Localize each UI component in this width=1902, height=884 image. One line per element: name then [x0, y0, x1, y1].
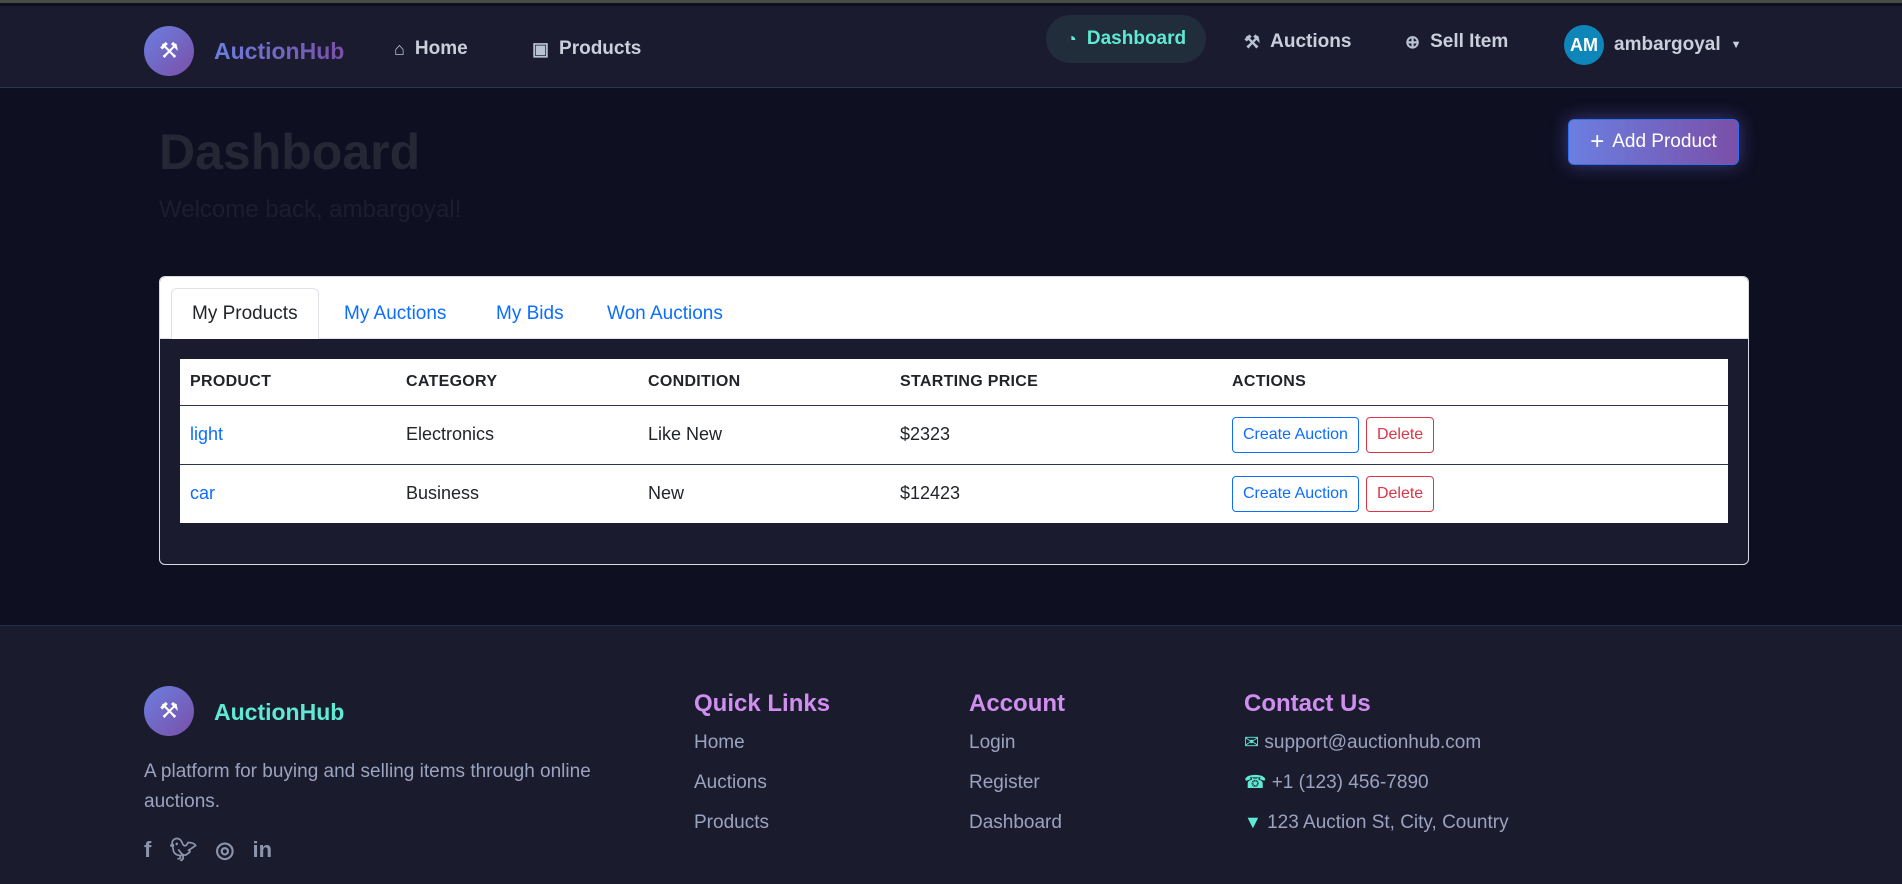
home-icon: ⌂: [394, 38, 405, 59]
contact-heading: Contact Us: [1244, 690, 1371, 717]
tab-bar: My Products My Auctions My Bids Won Auct…: [160, 277, 1748, 339]
linkedin-icon[interactable]: in: [252, 837, 272, 863]
caret-down-icon: ▼: [1730, 39, 1742, 51]
delete-button[interactable]: Delete: [1365, 416, 1435, 453]
products-table: PRODUCT CATEGORY CONDITION STARTING PRIC…: [180, 359, 1728, 523]
account-heading: Account: [969, 690, 1065, 717]
page-title: Dashboard: [159, 124, 421, 180]
phone-icon: ☎: [1244, 772, 1267, 792]
dashboard-card: My Products My Auctions My Bids Won Auct…: [159, 276, 1749, 565]
col-actions: ACTIONS: [1222, 359, 1728, 406]
condition-cell: Like New: [638, 405, 890, 465]
user-menu[interactable]: AM ambargoyal ▼: [1564, 25, 1742, 65]
nav-sell-label: Sell Item: [1430, 31, 1509, 52]
add-product-button[interactable]: + Add Product: [1568, 119, 1739, 165]
username: ambargoyal: [1614, 34, 1721, 55]
tab-my-auctions[interactable]: My Auctions: [344, 288, 446, 339]
welcome-text: Welcome back, ambargoyal!: [159, 196, 462, 223]
condition-cell: New: [648, 483, 685, 504]
instagram-icon[interactable]: ◎: [215, 837, 234, 863]
avatar: AM: [1564, 25, 1604, 65]
create-auction-button[interactable]: Create Auction: [1232, 475, 1359, 512]
nav-dashboard[interactable]: ◔ Dashboard: [1046, 15, 1207, 63]
nav-home[interactable]: ⌂ Home: [394, 38, 468, 60]
category-cell: Business: [406, 483, 480, 504]
tab-my-bids[interactable]: My Bids: [496, 288, 564, 339]
gavel-logo-icon: ⚒: [144, 686, 194, 736]
nav-products[interactable]: ▣ Products: [532, 38, 641, 60]
col-category: CATEGORY: [396, 359, 638, 406]
facebook-icon[interactable]: f: [144, 837, 151, 863]
box-icon: ▣: [532, 38, 550, 59]
table-row: car Business New $12423 Create Auction De…: [180, 464, 1728, 523]
nav-products-label: Products: [559, 38, 642, 59]
quick-links-heading: Quick Links: [694, 690, 831, 717]
add-product-label: Add Product: [1612, 131, 1717, 152]
gavel-logo-icon[interactable]: ⚒: [144, 26, 194, 76]
tab-won-auctions[interactable]: Won Auctions: [607, 288, 723, 339]
create-auction-button[interactable]: Create Auction: [1232, 416, 1359, 453]
nav-dashboard-label: Dashboard: [1086, 28, 1187, 49]
price-cell: $2323: [890, 405, 1222, 465]
footer: ⚒ AuctionHub A platform for buying and s…: [0, 625, 1902, 884]
footer-link-dashboard[interactable]: Dashboard: [969, 812, 1062, 834]
table-row: light Electronics Like New $2323 Create …: [180, 405, 1728, 465]
footer-link-login[interactable]: Login: [969, 732, 1016, 754]
col-starting-price: STARTING PRICE: [890, 359, 1222, 406]
delete-button[interactable]: Delete: [1365, 475, 1435, 512]
contact-address: 123 Auction St, City, Country: [1267, 812, 1509, 833]
contact-email: support@auctionhub.com: [1264, 732, 1482, 753]
footer-link-auctions[interactable]: Auctions: [694, 772, 767, 794]
footer-brand: AuctionHub: [214, 699, 345, 725]
envelope-icon: ✉: [1244, 732, 1260, 752]
plus-icon: +: [1590, 128, 1605, 155]
plus-circle-icon: ⊕: [1405, 31, 1421, 52]
product-link[interactable]: car: [190, 483, 215, 503]
dashboard-icon: ◔: [1066, 28, 1077, 49]
brand-link[interactable]: AuctionHub: [214, 38, 344, 65]
col-product: PRODUCT: [180, 359, 396, 406]
footer-description: A platform for buying and selling items …: [144, 761, 591, 812]
footer-link-register[interactable]: Register: [969, 772, 1040, 794]
navbar: ⚒ AuctionHub ⌂ Home ▣ Products ◔ Dashboard …: [0, 6, 1902, 88]
footer-link-home[interactable]: Home: [694, 732, 745, 754]
category-cell: Electronics: [396, 405, 638, 465]
gavel-icon: ⚒: [1244, 31, 1261, 52]
map-marker-icon: ▼: [1244, 812, 1262, 832]
nav-sell-item[interactable]: ⊕ Sell Item: [1405, 31, 1508, 53]
nav-auctions[interactable]: ⚒ Auctions: [1244, 31, 1351, 53]
tab-my-products[interactable]: My Products: [171, 288, 319, 339]
twitter-icon[interactable]: 🐦︎: [169, 837, 197, 863]
product-link[interactable]: light: [190, 424, 223, 444]
nav-home-label: Home: [414, 38, 468, 59]
nav-auctions-label: Auctions: [1270, 31, 1352, 52]
col-condition: CONDITION: [638, 359, 890, 406]
price-cell: $12423: [900, 483, 961, 504]
footer-link-products[interactable]: Products: [694, 812, 769, 834]
contact-phone: +1 (123) 456-7890: [1271, 772, 1429, 793]
